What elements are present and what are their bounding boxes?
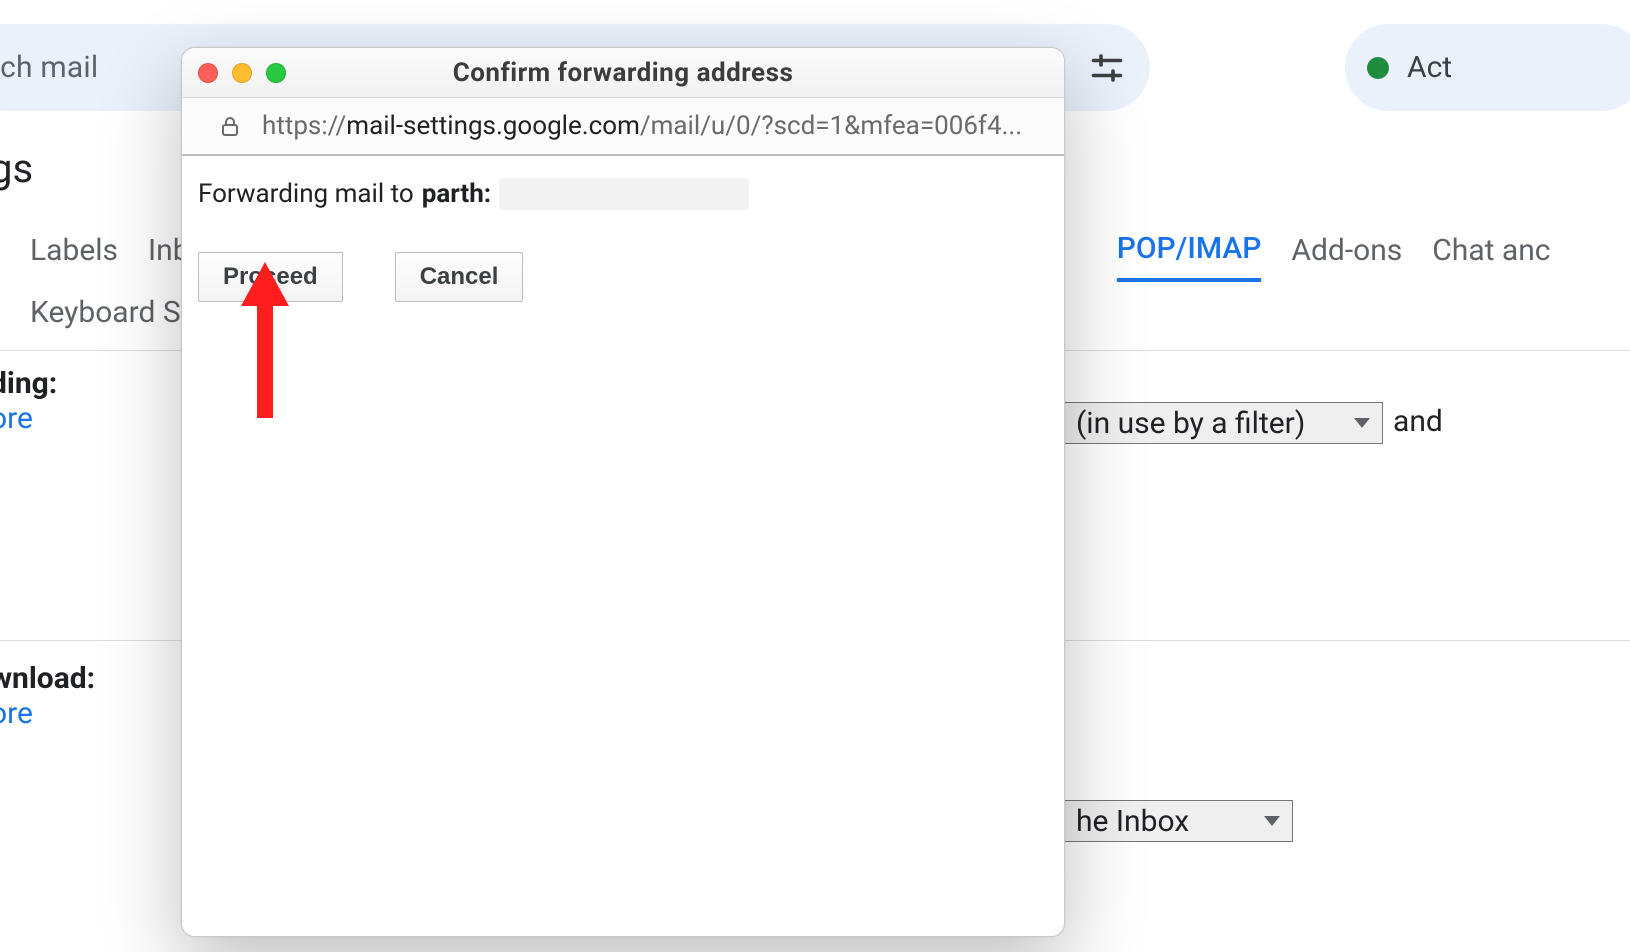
url-host: mail-settings.google.com: [346, 111, 640, 141]
filter-select[interactable]: (in use by a filter): [1063, 402, 1383, 444]
bg-toolbar: [0, 0, 1630, 13]
forwarding-section-label: ding: ore: [0, 366, 57, 436]
learn-more-link[interactable]: ore: [0, 696, 95, 731]
url-text: https://mail-settings.google.com/mail/u/…: [262, 111, 1022, 141]
pop-download-heading: wnload:: [0, 661, 95, 696]
status-dot-icon: [1367, 57, 1389, 79]
confirm-forwarding-window: Confirm forwarding address https://mail-…: [181, 47, 1065, 937]
window-title: Confirm forwarding address: [182, 58, 1064, 88]
forwarding-message: Forwarding mail to parth:: [198, 178, 1048, 210]
window-traffic-lights: [198, 63, 286, 83]
zoom-icon[interactable]: [266, 63, 286, 83]
and-label: and: [1393, 404, 1443, 439]
tune-icon: [1089, 50, 1125, 86]
url-path: /mail/u/0/?scd=1&mfea=006f4...: [640, 111, 1022, 141]
url-proto: https://: [262, 111, 346, 141]
forwarding-prefix: Forwarding mail to: [198, 179, 414, 209]
window-url-bar[interactable]: https://mail-settings.google.com/mail/u/…: [182, 98, 1064, 156]
search-placeholder: rch mail: [0, 50, 98, 85]
proceed-button[interactable]: Proceed: [198, 252, 343, 302]
redacted-email: [499, 178, 749, 210]
forwarding-email: parth:: [422, 179, 491, 209]
minimize-icon[interactable]: [232, 63, 252, 83]
filter-select-value: (in use by a filter): [1076, 406, 1305, 441]
tab-addons[interactable]: Add-ons: [1291, 221, 1402, 280]
close-icon[interactable]: [198, 63, 218, 83]
search-options-button[interactable]: [1063, 24, 1150, 111]
learn-more-link[interactable]: ore: [0, 401, 57, 436]
pop-download-section-label: wnload: ore: [0, 661, 95, 731]
page-title: gs: [0, 145, 33, 192]
window-titlebar: Confirm forwarding address: [182, 48, 1064, 98]
dialog-button-row: Proceed Cancel: [198, 252, 1048, 302]
status-label: Act: [1407, 50, 1452, 85]
tab-chat[interactable]: Chat anc: [1432, 221, 1550, 280]
lock-icon: [218, 112, 242, 140]
tab-labels[interactable]: Labels: [30, 221, 118, 280]
forwarding-heading: ding:: [0, 366, 57, 401]
inbox-select-value: he Inbox: [1076, 804, 1189, 839]
cancel-button[interactable]: Cancel: [395, 252, 524, 302]
window-body: Forwarding mail to parth: Proceed Cancel: [182, 156, 1064, 936]
inbox-select[interactable]: he Inbox: [1063, 800, 1293, 842]
status-chip[interactable]: Act: [1345, 24, 1630, 111]
tab-pop-imap[interactable]: POP/IMAP: [1117, 219, 1262, 282]
